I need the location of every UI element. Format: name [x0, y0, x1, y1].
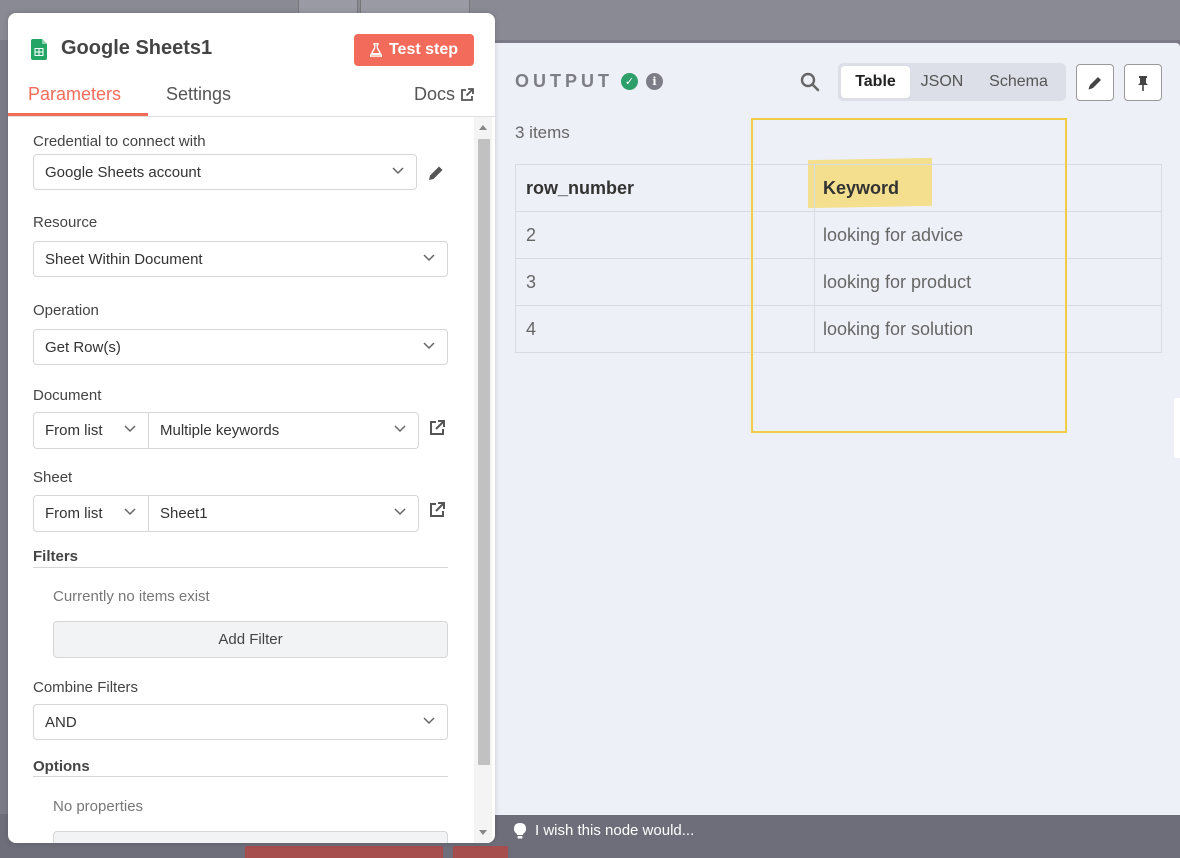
chevron-down-icon	[423, 254, 435, 262]
options-divider	[33, 776, 448, 777]
success-check-icon: ✓	[621, 73, 638, 90]
resource-value: Sheet Within Document	[45, 250, 203, 268]
combine-filters-select[interactable]: AND	[33, 704, 448, 740]
operation-value: Get Row(s)	[45, 338, 121, 356]
output-title: OUTPUT	[515, 71, 613, 91]
scroll-thumb[interactable]	[478, 139, 490, 765]
document-mode-value: From list	[45, 422, 103, 439]
chevron-down-icon	[124, 425, 136, 433]
chevron-down-icon	[394, 508, 406, 516]
sheet-mode-value: From list	[45, 505, 103, 522]
panel-header: Google Sheets1 Test step Parameters Sett…	[8, 13, 495, 117]
edit-credential-pencil-icon[interactable]	[426, 163, 446, 183]
combine-filters-label: Combine Filters	[33, 679, 139, 696]
add-option-button[interactable]	[53, 831, 448, 843]
chevron-down-icon	[124, 508, 136, 516]
parameters-form: Credential to connect with Google Sheets…	[8, 117, 474, 843]
add-filter-button[interactable]: Add Filter	[53, 621, 448, 658]
operation-label: Operation	[33, 302, 99, 319]
resource-select[interactable]: Sheet Within Document	[33, 241, 448, 277]
search-icon[interactable]	[800, 72, 820, 92]
open-document-external-link-icon[interactable]	[428, 419, 446, 437]
open-sheet-external-link-icon[interactable]	[428, 501, 446, 519]
tab-settings[interactable]: Settings	[166, 84, 231, 105]
filters-title: Filters	[33, 548, 79, 565]
document-value-select[interactable]: Multiple keywords	[149, 413, 418, 448]
chevron-down-icon	[394, 425, 406, 433]
sheet-mode-select[interactable]: From list	[34, 496, 149, 531]
node-parameters-panel: Google Sheets1 Test step Parameters Sett…	[8, 13, 495, 843]
credential-value: Google Sheets account	[45, 163, 201, 181]
chevron-down-icon	[392, 167, 404, 175]
document-selector: From list Multiple keywords	[33, 412, 419, 449]
filters-divider	[33, 567, 448, 568]
google-sheets-icon	[31, 39, 47, 60]
scroll-up-arrow-icon[interactable]	[479, 125, 487, 130]
docs-link[interactable]: Docs	[414, 84, 474, 105]
credential-select[interactable]: Google Sheets account	[33, 154, 417, 190]
pencil-icon	[1088, 76, 1101, 89]
document-value: Multiple keywords	[160, 422, 280, 439]
tab-parameters[interactable]: Parameters	[28, 84, 121, 105]
feedback-text: I wish this node would...	[535, 822, 695, 839]
scroll-down-arrow-icon[interactable]	[479, 830, 487, 835]
node-title[interactable]: Google Sheets1	[61, 37, 212, 60]
edit-output-button[interactable]	[1076, 64, 1114, 101]
flask-icon	[369, 43, 382, 57]
external-link-icon	[461, 87, 474, 101]
info-icon[interactable]: i	[646, 73, 663, 90]
document-mode-select[interactable]: From list	[34, 413, 149, 448]
combine-filters-value: AND	[45, 713, 77, 731]
test-step-button[interactable]: Test step	[354, 34, 474, 66]
pin-icon	[1138, 75, 1148, 91]
chevron-down-icon	[423, 717, 435, 725]
chevron-down-icon	[423, 342, 435, 350]
background-button	[245, 846, 443, 858]
sheet-selector: From list Sheet1	[33, 495, 419, 532]
items-count: 3 items	[515, 123, 570, 142]
credential-label: Credential to connect with	[33, 133, 206, 150]
output-header: OUTPUT ✓ i	[515, 71, 663, 92]
form-scrollbar[interactable]	[474, 117, 492, 843]
docs-label: Docs	[414, 84, 456, 104]
sheet-value-select[interactable]: Sheet1	[149, 496, 418, 531]
background-button-2	[453, 846, 508, 858]
options-empty-text: No properties	[53, 798, 144, 815]
test-step-label: Test step	[388, 41, 459, 58]
filters-empty-text: Currently no items exist	[53, 588, 210, 605]
active-tab-indicator	[8, 113, 148, 116]
view-json-button[interactable]: JSON	[910, 66, 974, 98]
document-label: Document	[33, 387, 102, 404]
panel-resize-handle[interactable]	[1174, 398, 1180, 458]
pin-output-button[interactable]	[1124, 64, 1162, 101]
keyword-column-highlight-box	[751, 118, 1067, 433]
operation-select[interactable]: Get Row(s)	[33, 329, 448, 365]
output-pane: OUTPUT ✓ i Table JSON Schema 3 items row…	[470, 43, 1180, 815]
options-title: Options	[33, 758, 90, 775]
resource-label: Resource	[33, 214, 98, 231]
view-schema-button[interactable]: Schema	[974, 66, 1063, 98]
feedback-link[interactable]: I wish this node would...	[514, 822, 694, 839]
lightbulb-icon	[514, 822, 526, 838]
view-toggle: Table JSON Schema	[838, 63, 1066, 101]
sheet-value: Sheet1	[160, 505, 208, 522]
view-table-button[interactable]: Table	[841, 66, 910, 98]
sheet-label: Sheet	[33, 469, 73, 486]
